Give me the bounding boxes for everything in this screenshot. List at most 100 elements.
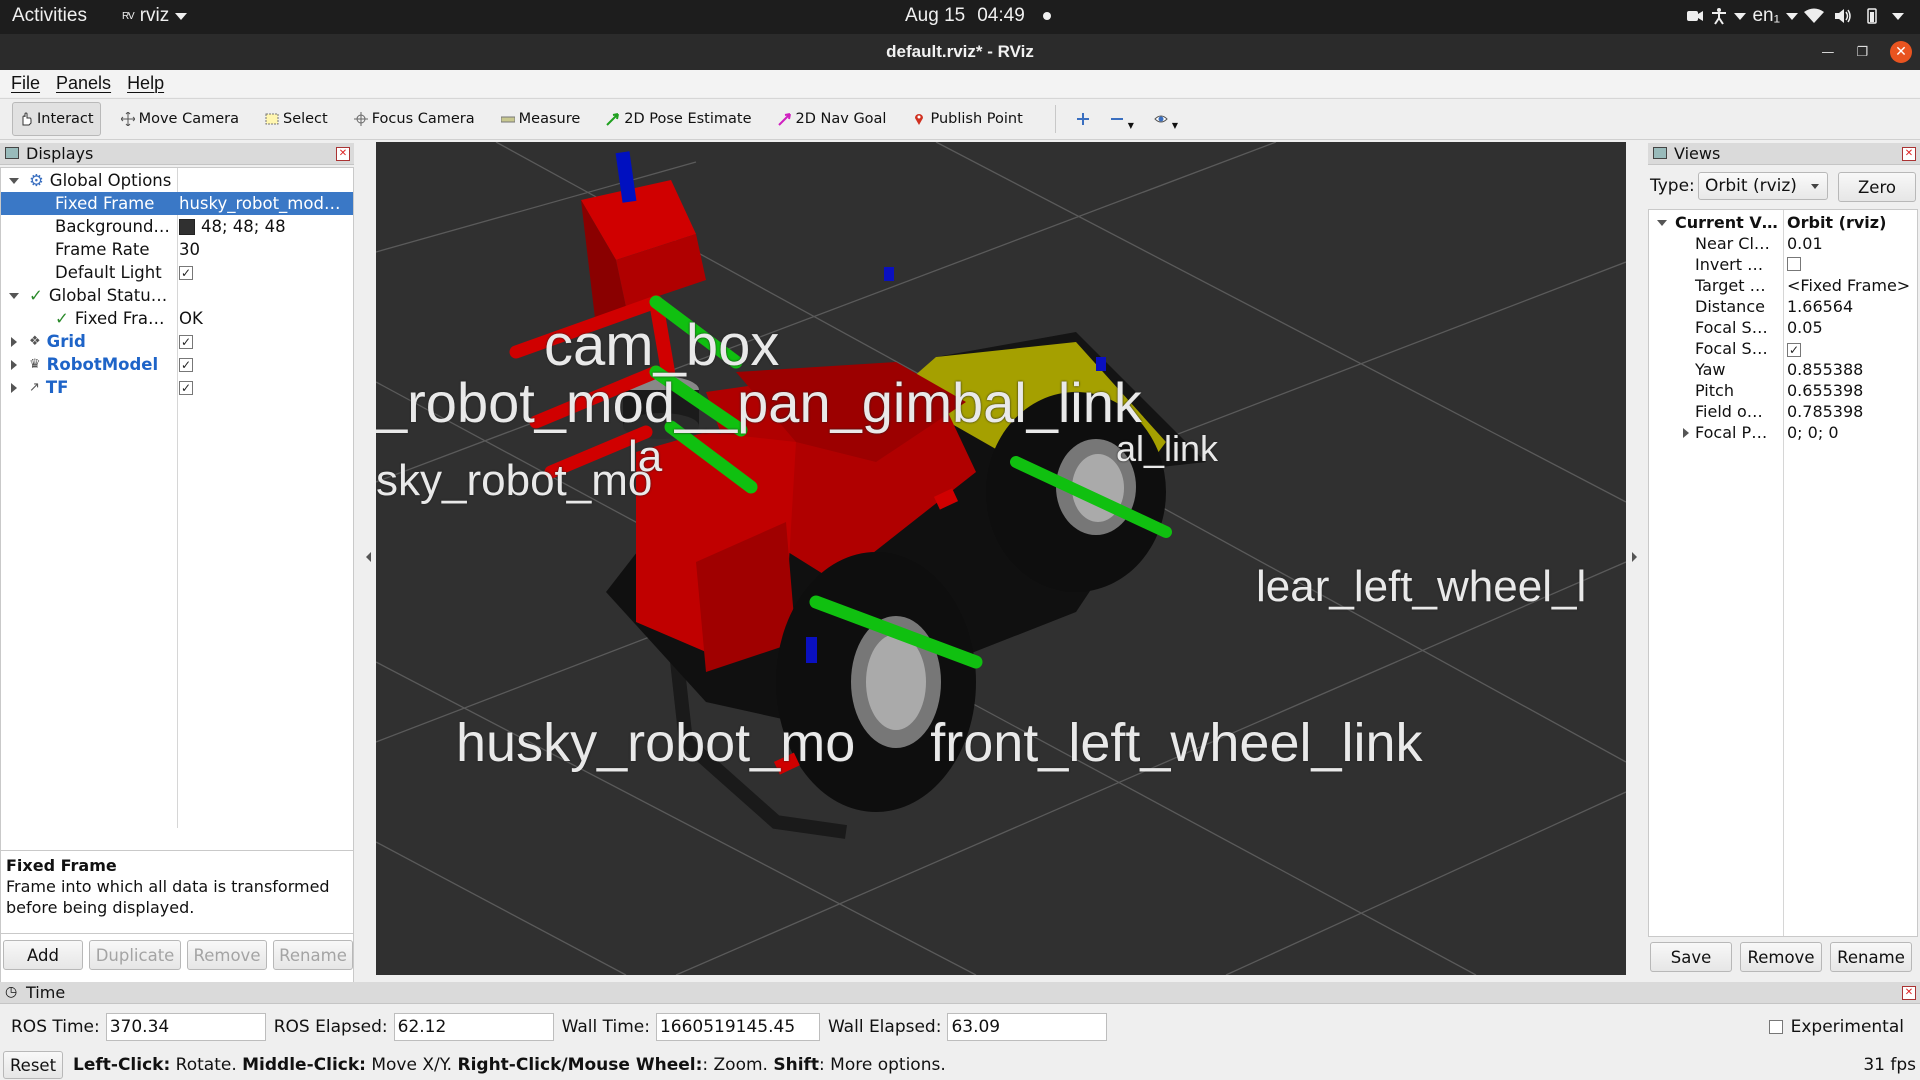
tree-row-default-light[interactable]: Default Light ✓ (1, 261, 353, 284)
remove-display-button[interactable]: Remove (187, 940, 267, 970)
dropdown-arrow-icon: ▼ (1171, 120, 1179, 130)
view-row-focal-point[interactable]: Focal P… 0; 0; 0 (1649, 422, 1917, 443)
panel-visibility-tool-button[interactable]: ▼ (1148, 102, 1184, 136)
zero-view-button[interactable]: Zero (1838, 172, 1916, 202)
tf-enabled-checkbox[interactable]: ✓ (179, 380, 193, 395)
view-properties-tree[interactable]: Current V… Orbit (rviz) Near Cl… 0.01 In… (1648, 209, 1918, 937)
expand-arrow-icon[interactable] (9, 178, 19, 184)
color-swatch[interactable] (179, 218, 195, 235)
tree-row-frame-rate[interactable]: Frame Rate 30 (1, 238, 353, 261)
close-panel-button[interactable]: ✕ (1902, 147, 1916, 161)
description-title: Fixed Frame (6, 856, 117, 875)
chevron-down-icon (1734, 12, 1747, 20)
wall-time-field[interactable]: 1660519145.45 (655, 1013, 820, 1041)
invert-z-checkbox[interactable] (1787, 257, 1801, 271)
fps-counter: 31 fps (1863, 1055, 1916, 1075)
robot-scene (376, 142, 1626, 975)
default-light-checkbox[interactable]: ✓ (179, 265, 193, 280)
wall-elapsed-field[interactable]: 63.09 (947, 1013, 1108, 1041)
view-row-distance[interactable]: Distance 1.66564 (1649, 296, 1917, 317)
description-text: Frame into which all data is transformed… (6, 877, 330, 917)
menu-file[interactable]: File (11, 73, 40, 94)
collapse-arrow-icon[interactable] (11, 337, 17, 347)
close-panel-button[interactable]: ✕ (1902, 986, 1916, 1000)
tree-row-fixed-frame-status[interactable]: ✓ Fixed Fra… OK (1, 307, 353, 330)
views-panel-title-bar[interactable]: Views ✕ (1648, 143, 1920, 165)
view-row-target[interactable]: Target … <Fixed Frame> (1649, 275, 1917, 296)
save-view-button[interactable]: Save (1650, 942, 1732, 972)
tree-row-tf[interactable]: ↗ TF ✓ (1, 376, 353, 399)
app-menu[interactable]: RV rviz (122, 5, 188, 27)
robot-model-enabled-checkbox[interactable]: ✓ (179, 357, 193, 372)
remove-view-button[interactable]: Remove (1740, 942, 1822, 972)
close-window-button[interactable]: ✕ (1890, 41, 1912, 63)
view-row-focal-shape[interactable]: Focal S… ✓ (1649, 338, 1917, 359)
displays-panel: Displays ✕ ⚙ Global Options Fixed Frame … (0, 143, 354, 987)
view-type-dropdown[interactable]: Orbit (rviz) (1698, 172, 1828, 200)
collapse-right-arrow-icon[interactable] (1632, 552, 1637, 562)
close-panel-button[interactable]: ✕ (336, 147, 350, 161)
interact-tool-button[interactable]: Interact (12, 102, 101, 136)
add-tool-button[interactable] (1070, 102, 1096, 136)
selection-rectangle-icon (265, 113, 279, 125)
accessibility-icon (1712, 8, 1727, 25)
view-row-focal-size[interactable]: Focal S… 0.05 (1649, 317, 1917, 338)
view-row-current[interactable]: Current V… Orbit (rviz) (1649, 212, 1917, 233)
focus-camera-tool-button[interactable]: Focus Camera (348, 102, 481, 136)
volume-icon (1835, 9, 1851, 23)
rename-display-button[interactable]: Rename (273, 940, 353, 970)
displays-panel-title-bar[interactable]: Displays ✕ (0, 143, 354, 165)
publish-point-tool-button[interactable]: Publish Point (906, 102, 1028, 136)
move-camera-tool-button[interactable]: Move Camera (115, 102, 245, 136)
expand-arrow-icon[interactable] (9, 293, 19, 299)
time-panel-title-bar[interactable]: ◷ Time ✕ (0, 982, 1920, 1004)
view-type-label: Type: (1650, 176, 1695, 196)
add-display-button[interactable]: Add (3, 940, 83, 970)
maximize-button[interactable]: ❐ (1856, 45, 1868, 60)
monitor-icon (5, 147, 19, 159)
ros-time-field[interactable]: 370.34 (105, 1013, 266, 1041)
grid-enabled-checkbox[interactable]: ✓ (179, 334, 193, 349)
view-row-near-clip[interactable]: Near Cl… 0.01 (1649, 233, 1917, 254)
ros-elapsed-field[interactable]: 62.12 (393, 1013, 554, 1041)
system-tray[interactable]: en₁ (1686, 5, 1904, 27)
view-row-field-of-view[interactable]: Field o… 0.785398 (1649, 401, 1917, 422)
tree-row-background-color[interactable]: Background… 48; 48; 48 (1, 215, 353, 238)
clock[interactable]: Aug 15 04:49 (905, 5, 1051, 27)
wifi-icon (1804, 8, 1824, 23)
view-row-invert[interactable]: Invert … (1649, 254, 1917, 275)
view-row-yaw[interactable]: Yaw 0.855388 (1649, 359, 1917, 380)
measure-tool-button[interactable]: Measure (495, 102, 587, 136)
collapse-arrow-icon[interactable] (11, 383, 17, 393)
tree-row-grid[interactable]: ❖ Grid ✓ (1, 330, 353, 353)
tree-row-global-options[interactable]: ⚙ Global Options (1, 169, 353, 192)
rename-view-button[interactable]: Rename (1830, 942, 1912, 972)
time-panel: ◷ Time ✕ (0, 982, 1920, 1006)
menu-panels[interactable]: Panels (56, 73, 111, 94)
tree-row-robot-model[interactable]: ♛ RobotModel ✓ (1, 353, 353, 376)
grid-icon: ❖ (29, 334, 41, 349)
activities-button[interactable]: Activities (12, 5, 87, 27)
view-row-pitch[interactable]: Pitch 0.655398 (1649, 380, 1917, 401)
gear-icon: ⚙ (29, 171, 44, 190)
3d-render-view[interactable]: cam_box _robot_mod__pan_gimbal_link sky_… (376, 142, 1626, 975)
tree-row-global-status[interactable]: ✓ Global Statu… (1, 284, 353, 307)
hand-pointer-icon (22, 112, 32, 126)
select-tool-button[interactable]: Select (259, 102, 334, 136)
menu-help[interactable]: Help (127, 73, 164, 94)
experimental-checkbox[interactable] (1768, 1020, 1783, 1034)
focal-shape-checkbox[interactable]: ✓ (1787, 343, 1801, 357)
minimize-button[interactable]: — (1821, 45, 1834, 60)
reset-button[interactable]: Reset (3, 1051, 63, 1079)
2d-pose-estimate-tool-button[interactable]: 2D Pose Estimate (600, 102, 757, 136)
tf-label-pan-gimbal: _robot_mod__pan_gimbal_link (376, 371, 1142, 434)
fixed-frame-value[interactable]: husky_robot_mod… (179, 194, 340, 213)
window-title: default.rviz* - RViz (886, 42, 1034, 61)
duplicate-display-button[interactable]: Duplicate (89, 940, 181, 970)
collapse-arrow-icon[interactable] (11, 360, 17, 370)
remove-tool-button[interactable]: ▼ (1104, 102, 1140, 136)
collapse-left-arrow-icon[interactable] (366, 552, 371, 562)
menu-bar: File Panels Help (0, 70, 1920, 97)
tree-row-fixed-frame[interactable]: Fixed Frame husky_robot_mod… (1, 192, 353, 215)
2d-nav-goal-tool-button[interactable]: 2D Nav Goal (772, 102, 893, 136)
